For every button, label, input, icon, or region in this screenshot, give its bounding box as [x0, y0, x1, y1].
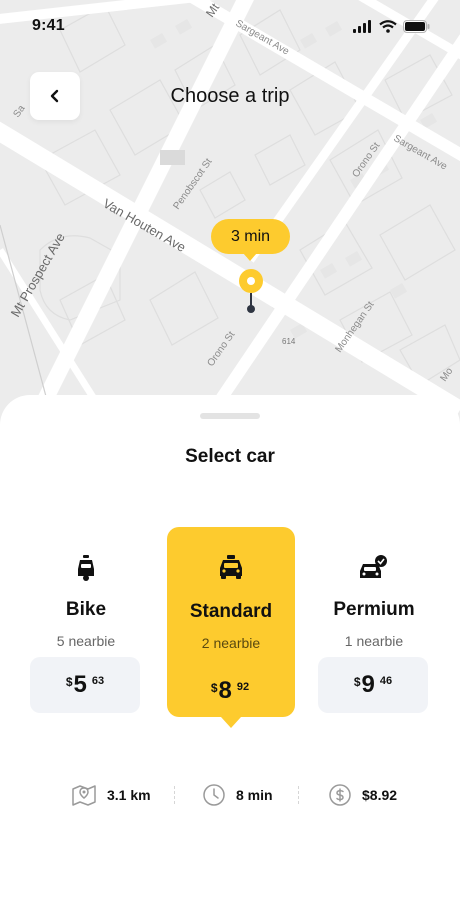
- price-box: $ 9 46: [318, 657, 428, 713]
- price: $ 5 63: [66, 671, 104, 699]
- divider: [174, 786, 175, 804]
- taxi-icon: [167, 555, 295, 581]
- status-icons: [353, 20, 430, 33]
- price: $ 9 46: [354, 671, 392, 699]
- battery-icon: [403, 20, 430, 33]
- map-graphic: Mt Sargeant Ave Penobscot St Orono St Sa…: [0, 0, 460, 430]
- price-main: 9: [361, 671, 375, 698]
- price-currency: $: [353, 675, 361, 689]
- car-name: Permium: [333, 599, 415, 620]
- scooter-icon: [22, 555, 150, 581]
- car-name: Bike: [65, 599, 107, 620]
- price-currency: $: [65, 675, 73, 689]
- map-view[interactable]: Mt Sargeant Ave Penobscot St Orono St Sa…: [0, 0, 460, 430]
- premium-car-icon: [310, 555, 438, 581]
- trip-duration: 8 min: [202, 780, 273, 810]
- price-main: 8: [218, 677, 232, 704]
- trip-duration-text: 8 min: [236, 787, 273, 803]
- car-option-standard[interactable]: Standard 2 nearbie $ 8 92: [167, 527, 295, 728]
- price: $ 8 92: [211, 677, 249, 705]
- clock-icon: [203, 784, 225, 806]
- car-option-bike[interactable]: Bike 5 nearbie $ 5 63: [22, 527, 150, 717]
- wifi-icon: [379, 20, 397, 33]
- price-cents: 92: [236, 681, 250, 693]
- price-cents: 63: [91, 675, 105, 687]
- price-box: $ 8 92: [175, 663, 285, 719]
- divider: [298, 786, 299, 804]
- bottom-sheet: Select car Bike 5 nearbie $ 5 63 Standar…: [0, 395, 460, 900]
- trip-distance: 3.1 km: [72, 780, 151, 810]
- trip-distance-text: 3.1 km: [107, 787, 151, 803]
- page-title: Choose a trip: [170, 85, 290, 107]
- car-option-premium[interactable]: Permium 1 nearbie $ 9 46: [310, 527, 438, 717]
- street-label-mo: Mo: [438, 366, 455, 384]
- status-time: 9:41: [32, 17, 65, 34]
- car-nearby-count: 2 nearbie: [201, 635, 261, 651]
- dollar-icon: [329, 784, 351, 806]
- map-roads: [0, 0, 460, 430]
- trip-fare: $8.92: [328, 780, 397, 810]
- street-label-route: 614: [282, 337, 296, 346]
- signal-icon: [353, 20, 371, 33]
- trip-fare-text: $8.92: [362, 787, 398, 803]
- status-bar: 9:41: [0, 0, 460, 52]
- car-name: Standard: [189, 601, 273, 622]
- sheet-title: Select car: [185, 446, 275, 467]
- eta-bubble: 3 min: [211, 219, 290, 261]
- trip-info-row: 3.1 km 8 min $8.92: [0, 780, 460, 810]
- sheet-drag-handle[interactable]: [200, 413, 260, 419]
- price-currency: $: [210, 681, 218, 695]
- price-main: 5: [73, 671, 87, 698]
- car-nearby-count: 1 nearbie: [344, 633, 404, 649]
- map-icon: [72, 785, 96, 806]
- price-box: $ 5 63: [30, 657, 140, 713]
- price-cents: 46: [379, 675, 393, 687]
- car-nearby-count: 5 nearbie: [56, 633, 116, 649]
- map-small-block: [160, 150, 185, 165]
- street-label-orono-2: Orono St: [205, 329, 237, 368]
